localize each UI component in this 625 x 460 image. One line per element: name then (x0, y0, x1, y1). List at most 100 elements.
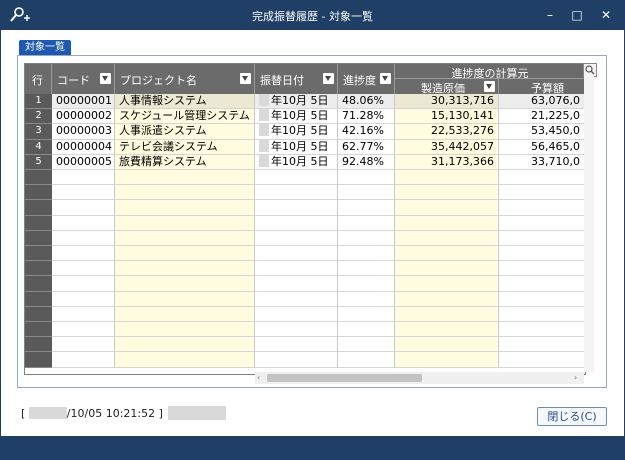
cell-code[interactable] (52, 322, 115, 338)
cell-project[interactable] (115, 306, 255, 322)
cost-filter-dropdown-icon[interactable] (484, 81, 495, 92)
row-number[interactable] (25, 215, 52, 231)
row-number[interactable] (25, 170, 52, 186)
cell-code[interactable] (52, 200, 115, 216)
cell-progress[interactable]: 62.77% (338, 139, 395, 155)
horizontal-scroll-thumb[interactable] (267, 374, 422, 382)
cell-project[interactable] (115, 276, 255, 292)
cell-code[interactable] (52, 215, 115, 231)
cell-code[interactable] (52, 246, 115, 262)
row-number[interactable]: 4 (25, 139, 52, 155)
cell-budget[interactable] (499, 322, 585, 338)
row-number[interactable]: 3 (25, 124, 52, 140)
cell-date[interactable]: 年10月 5日 (255, 124, 338, 140)
cell-budget[interactable]: 53,450,0 (499, 124, 585, 140)
project-filter-dropdown-icon[interactable] (240, 73, 251, 84)
cell-mfg-cost[interactable]: 15,130,141 (395, 109, 499, 125)
cell-project[interactable] (115, 230, 255, 246)
cell-progress[interactable]: 71.28% (338, 109, 395, 125)
cell-progress[interactable]: 92.48% (338, 154, 395, 170)
cell-code[interactable]: 00000001 (52, 94, 115, 110)
cell-date[interactable] (255, 261, 338, 277)
row-number[interactable] (25, 352, 52, 368)
header-transfer-date[interactable]: 振替日付 (255, 64, 338, 94)
cell-budget[interactable] (499, 261, 585, 277)
cell-code[interactable] (52, 337, 115, 353)
cell-budget[interactable] (499, 291, 585, 307)
cell-project[interactable] (115, 352, 255, 368)
cell-budget[interactable]: 33,710,0 (499, 154, 585, 170)
cell-date[interactable] (255, 291, 338, 307)
cell-budget[interactable] (499, 246, 585, 262)
cell-project[interactable] (115, 246, 255, 262)
scroll-left-icon[interactable]: ‹ (257, 373, 260, 382)
vertical-scrollbar[interactable] (584, 76, 594, 372)
cell-mfg-cost[interactable] (395, 322, 499, 338)
cell-code[interactable] (52, 352, 115, 368)
row-number[interactable] (25, 291, 52, 307)
cell-code[interactable] (52, 291, 115, 307)
close-window-button[interactable]: ✕ (596, 6, 616, 24)
cell-mfg-cost[interactable] (395, 306, 499, 322)
cell-budget[interactable] (499, 185, 585, 201)
cell-mfg-cost[interactable]: 31,173,366 (395, 154, 499, 170)
cell-budget[interactable] (499, 276, 585, 292)
close-button[interactable]: 閉じる(C) (537, 407, 607, 426)
cell-mfg-cost[interactable] (395, 276, 499, 292)
progress-filter-dropdown-icon[interactable] (380, 73, 391, 84)
header-code[interactable]: コード (52, 64, 115, 94)
cell-project[interactable]: スケジュール管理システム (115, 109, 255, 125)
cell-code[interactable] (52, 306, 115, 322)
cell-progress[interactable] (338, 352, 395, 368)
cell-progress[interactable] (338, 337, 395, 353)
cell-date[interactable]: 年10月 5日 (255, 109, 338, 125)
cell-mfg-cost[interactable]: 35,442,057 (395, 139, 499, 155)
cell-project[interactable]: 人事派遣システム (115, 124, 255, 140)
cell-project[interactable] (115, 261, 255, 277)
row-number[interactable] (25, 322, 52, 338)
row-number[interactable] (25, 261, 52, 277)
cell-mfg-cost[interactable]: 22,533,276 (395, 124, 499, 140)
cell-date[interactable] (255, 322, 338, 338)
cell-mfg-cost[interactable] (395, 337, 499, 353)
row-number[interactable] (25, 200, 52, 216)
cell-project[interactable]: 人事情報システム (115, 94, 255, 110)
row-number[interactable] (25, 337, 52, 353)
cell-date[interactable] (255, 170, 338, 186)
cell-code[interactable]: 00000003 (52, 124, 115, 140)
cell-project[interactable] (115, 337, 255, 353)
cell-budget[interactable]: 21,225,0 (499, 109, 585, 125)
header-manufacturing-cost[interactable]: 製造原価 (395, 79, 499, 95)
cell-progress[interactable] (338, 215, 395, 231)
cell-date[interactable]: 年10月 5日 (255, 154, 338, 170)
cell-mfg-cost[interactable] (395, 200, 499, 216)
cell-progress[interactable] (338, 246, 395, 262)
cell-progress[interactable] (338, 261, 395, 277)
cell-budget[interactable] (499, 337, 585, 353)
cell-date[interactable] (255, 337, 338, 353)
cell-progress[interactable] (338, 170, 395, 186)
cell-progress[interactable]: 42.16% (338, 124, 395, 140)
cell-project[interactable] (115, 200, 255, 216)
cell-budget[interactable] (499, 306, 585, 322)
cell-budget[interactable] (499, 170, 585, 186)
cell-progress[interactable]: 48.06% (338, 94, 395, 110)
horizontal-scrollbar[interactable]: ‹ › (255, 372, 584, 384)
cell-date[interactable]: 年10月 5日 (255, 139, 338, 155)
cell-mfg-cost[interactable] (395, 291, 499, 307)
cell-mfg-cost[interactable] (395, 215, 499, 231)
row-number[interactable] (25, 185, 52, 201)
cell-code[interactable] (52, 230, 115, 246)
cell-code[interactable]: 00000005 (52, 154, 115, 170)
cell-budget[interactable]: 63,076,0 (499, 94, 585, 110)
cell-code[interactable] (52, 276, 115, 292)
cell-project[interactable]: テレビ会議システム (115, 139, 255, 155)
row-number[interactable] (25, 246, 52, 262)
cell-project[interactable] (115, 185, 255, 201)
date-filter-dropdown-icon[interactable] (323, 73, 334, 84)
row-number[interactable]: 2 (25, 109, 52, 125)
cell-date[interactable] (255, 215, 338, 231)
cell-project[interactable] (115, 170, 255, 186)
cell-date[interactable] (255, 276, 338, 292)
row-number[interactable]: 1 (25, 94, 52, 110)
